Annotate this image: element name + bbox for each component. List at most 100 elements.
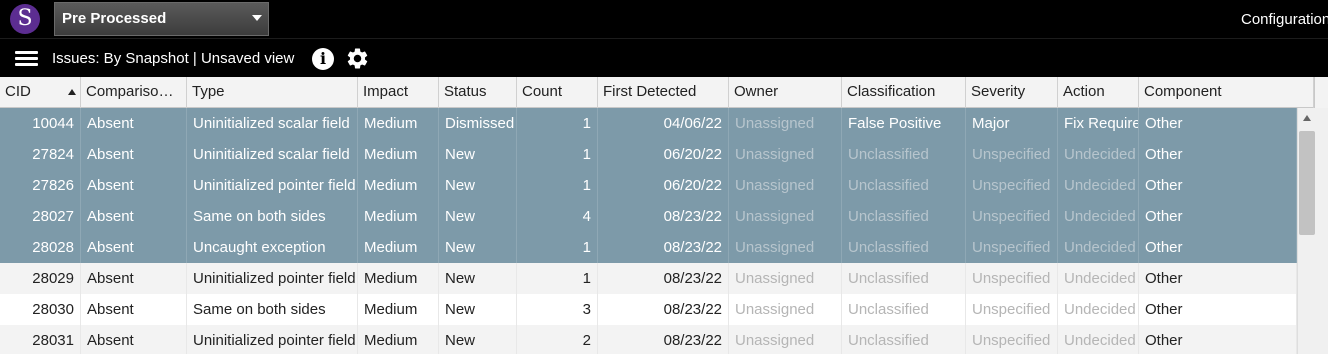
cell-component: Other <box>1139 263 1297 294</box>
cell-severity: Unspecified <box>966 139 1058 170</box>
cell-comparison: Absent <box>81 108 187 139</box>
issues-grid: CID Compariso… Type Impact Status Count … <box>0 77 1328 354</box>
cell-first-detected: 08/23/22 <box>598 294 729 325</box>
table-row[interactable]: 28027 Absent Same on both sides Medium New 4 0… <box>0 201 1297 232</box>
cell-status: Dismissed <box>439 108 517 139</box>
table-row[interactable]: 28029 Absent Uninitialized pointer field Me… <box>0 263 1297 294</box>
cell-owner: Unassigned <box>729 263 842 294</box>
table-row[interactable]: 28028 Absent Uncaught exception Medium New 1 0… <box>0 232 1297 263</box>
cell-status: New <box>439 201 517 232</box>
view-bar: Issues: By Snapshot | Unsaved view i <box>0 38 1328 77</box>
cell-owner: Unassigned <box>729 294 842 325</box>
cell-comparison: Absent <box>81 232 187 263</box>
column-header-type[interactable]: Type <box>187 77 358 108</box>
column-header-severity[interactable]: Severity <box>966 77 1058 108</box>
view-title[interactable]: Issues: By Snapshot | Unsaved view <box>52 39 294 79</box>
cell-type: Uninitialized pointer field <box>187 263 358 294</box>
column-header-impact[interactable]: Impact <box>358 77 439 108</box>
cell-comparison: Absent <box>81 294 187 325</box>
cell-cid: 28028 <box>0 232 81 263</box>
cell-severity: Unspecified <box>966 170 1058 201</box>
cell-count: 4 <box>517 201 598 232</box>
cell-count: 1 <box>517 108 598 139</box>
cell-cid: 28031 <box>0 325 81 354</box>
cell-classification: False Positive <box>842 108 966 139</box>
configuration-menu[interactable]: Configuration <box>1241 0 1328 38</box>
gear-icon[interactable] <box>345 46 370 71</box>
cell-component: Other <box>1139 232 1297 263</box>
cell-type: Uninitialized scalar field <box>187 139 358 170</box>
cell-owner: Unassigned <box>729 201 842 232</box>
column-header-cid[interactable]: CID <box>0 77 81 108</box>
info-icon[interactable]: i <box>312 48 334 70</box>
menu-icon[interactable] <box>15 51 38 67</box>
scroll-corner <box>1314 77 1328 108</box>
cell-count: 3 <box>517 294 598 325</box>
table-row[interactable]: 28030 Absent Same on both sides Medium New 3 0… <box>0 294 1297 325</box>
sort-ascending-icon <box>68 89 76 95</box>
cell-severity: Unspecified <box>966 201 1058 232</box>
cell-count: 1 <box>517 139 598 170</box>
cell-status: New <box>439 232 517 263</box>
cell-comparison: Absent <box>81 139 187 170</box>
cell-classification: Unclassified <box>842 170 966 201</box>
project-select[interactable]: Pre Processed <box>54 2 269 36</box>
cell-action: Undecided <box>1058 294 1139 325</box>
cell-count: 1 <box>517 170 598 201</box>
column-header-component[interactable]: Component <box>1139 77 1314 108</box>
cell-first-detected: 08/23/22 <box>598 201 729 232</box>
table-row[interactable]: 27826 Absent Uninitialized pointer field Me… <box>0 170 1297 201</box>
table-row[interactable]: 10044 Absent Uninitialized scalar field Med… <box>0 108 1297 139</box>
cell-owner: Unassigned <box>729 139 842 170</box>
cell-action: Undecided <box>1058 232 1139 263</box>
cell-severity: Unspecified <box>966 263 1058 294</box>
column-header-owner[interactable]: Owner <box>729 77 842 108</box>
cell-severity: Unspecified <box>966 325 1058 354</box>
cell-type: Uninitialized pointer field <box>187 170 358 201</box>
project-select-label: Pre Processed <box>62 10 167 27</box>
cell-classification: Unclassified <box>842 201 966 232</box>
scrollbar-thumb[interactable] <box>1299 131 1315 235</box>
chevron-down-icon <box>252 15 262 21</box>
column-header-status[interactable]: Status <box>439 77 517 108</box>
cell-cid: 28030 <box>0 294 81 325</box>
cell-classification: Unclassified <box>842 263 966 294</box>
cell-owner: Unassigned <box>729 232 842 263</box>
cell-component: Other <box>1139 170 1297 201</box>
column-header-action[interactable]: Action <box>1058 77 1139 108</box>
cell-component: Other <box>1139 294 1297 325</box>
column-header-first-detected[interactable]: First Detected <box>598 77 729 108</box>
column-header-classification[interactable]: Classification <box>842 77 966 108</box>
cell-first-detected: 08/23/22 <box>598 263 729 294</box>
column-header-count[interactable]: Count <box>517 77 598 108</box>
cell-impact: Medium <box>358 139 439 170</box>
cell-first-detected: 06/20/22 <box>598 170 729 201</box>
scroll-up-arrow-icon[interactable] <box>1303 115 1311 121</box>
cell-owner: Unassigned <box>729 325 842 354</box>
cell-first-detected: 06/20/22 <box>598 139 729 170</box>
cell-action: Undecided <box>1058 139 1139 170</box>
cell-comparison: Absent <box>81 201 187 232</box>
cell-comparison: Absent <box>81 325 187 354</box>
cell-type: Uninitialized pointer field <box>187 325 358 354</box>
cell-first-detected: 04/06/22 <box>598 108 729 139</box>
cell-severity: Unspecified <box>966 294 1058 325</box>
column-header-comparison[interactable]: Compariso… <box>81 77 187 108</box>
cell-impact: Medium <box>358 201 439 232</box>
cell-owner: Unassigned <box>729 170 842 201</box>
grid-body: 10044 Absent Uninitialized scalar field Med… <box>0 108 1297 354</box>
cell-first-detected: 08/23/22 <box>598 232 729 263</box>
grid-header: CID Compariso… Type Impact Status Count … <box>0 77 1328 108</box>
cell-status: New <box>439 139 517 170</box>
cell-count: 2 <box>517 325 598 354</box>
cell-action: Undecided <box>1058 325 1139 354</box>
cell-classification: Unclassified <box>842 294 966 325</box>
cell-component: Other <box>1139 201 1297 232</box>
app-logo[interactable]: S <box>10 4 40 34</box>
cell-type: Uncaught exception <box>187 232 358 263</box>
cell-cid: 10044 <box>0 108 81 139</box>
table-row[interactable]: 27824 Absent Uninitialized scalar field Med… <box>0 139 1297 170</box>
table-row[interactable]: 28031 Absent Uninitialized pointer field Me… <box>0 325 1297 354</box>
cell-status: New <box>439 170 517 201</box>
cell-action: Undecided <box>1058 201 1139 232</box>
